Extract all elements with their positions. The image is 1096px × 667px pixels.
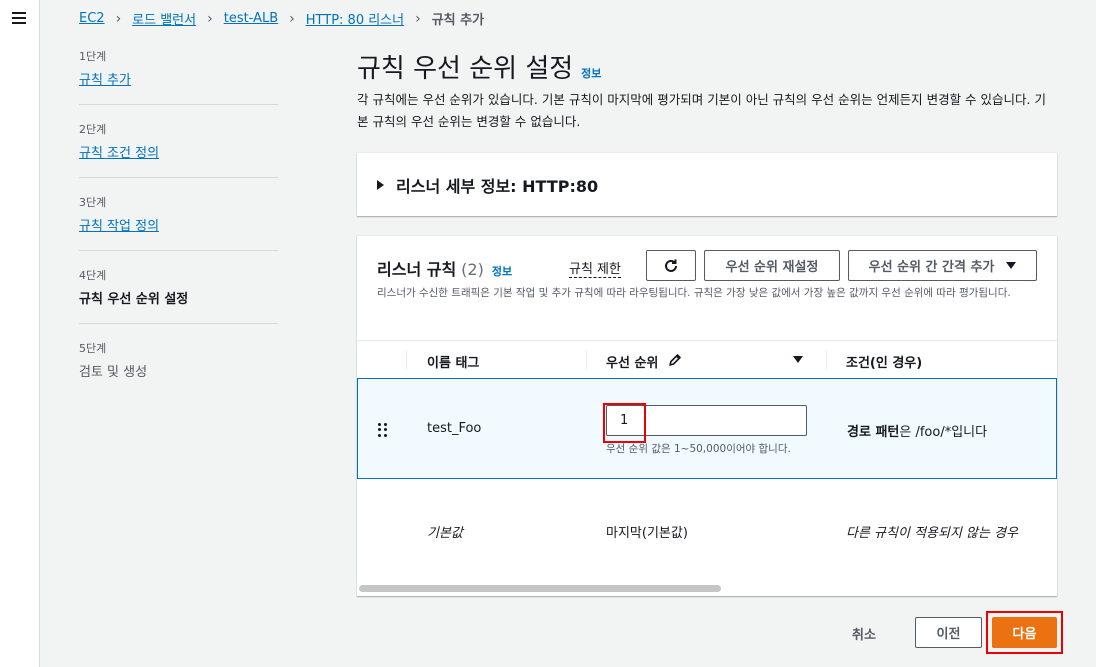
step-current-priority: 규칙 우선 순위 설정 [79, 292, 189, 307]
rules-title-group: 리스너 규칙 (2) 정보 [377, 256, 512, 280]
refresh-button[interactable] [646, 250, 696, 281]
step-number: 3단계 [79, 196, 107, 209]
chevron-right-icon: › [289, 10, 295, 27]
highlight-box [986, 611, 1063, 654]
breadcrumb: EC2 › 로드 밸런서 › test-ALB › HTTP: 80 리스너 ›… [79, 9, 485, 29]
rules-description: 리스너가 수신한 트래픽은 기본 작업 및 추가 규칙에 따라 라우팅됩니다. … [377, 287, 1011, 299]
rule-priority: 마지막(기본값) [606, 526, 688, 541]
rule-condition: 경로 패턴은 /foo/*입니다 [847, 421, 987, 440]
rules-table-header: 이름 태그 우선 순위 조건(인 경우) [357, 340, 1057, 378]
condition-label: 경로 패턴 [847, 425, 900, 440]
info-link[interactable]: 정보 [581, 65, 601, 81]
listener-details-label: 리스너 세부 정보: HTTP:80 [396, 177, 599, 196]
wizard-step-4: 4단계 규칙 우선 순위 설정 [79, 267, 278, 324]
wizard-steps: 1단계 규칙 추가 2단계 규칙 조건 정의 3단계 규칙 작업 정의 4단계 … [79, 48, 278, 412]
breadcrumb-test-alb[interactable]: test-ALB [224, 11, 278, 26]
listener-rules-panel: 리스너 규칙 (2) 정보 규칙 제한 우선 순위 재설정 우선 순위 간 간격… [357, 236, 1057, 596]
step-number: 1단계 [79, 50, 107, 63]
sort-caret-down-icon[interactable] [793, 356, 803, 363]
add-gap-label: 우선 순위 간 간격 추가 [868, 260, 995, 275]
breadcrumb-ec2[interactable]: EC2 [79, 11, 105, 26]
chevron-right-icon: › [207, 10, 213, 27]
menu-icon[interactable] [12, 12, 26, 24]
listener-details-expander[interactable]: 리스너 세부 정보: HTTP:80 [377, 173, 598, 197]
caret-right-icon [377, 180, 384, 190]
step-link-actions[interactable]: 규칙 작업 정의 [79, 219, 159, 234]
chevron-right-icon: › [115, 10, 122, 27]
breadcrumb-current: 규칙 추가 [431, 13, 485, 28]
highlight-box [603, 403, 646, 443]
step-link-conditions[interactable]: 규칙 조건 정의 [79, 146, 159, 161]
drag-handle-icon[interactable] [378, 423, 388, 437]
add-priority-gap-button[interactable]: 우선 순위 간 간격 추가 [848, 250, 1037, 281]
page-description: 각 규칙에는 우선 순위가 있습니다. 기본 규칙이 마지막에 평가되며 기본이… [357, 92, 1046, 129]
breadcrumb-listener[interactable]: HTTP: 80 리스너 [306, 9, 404, 28]
table-row[interactable]: test_Foo 1 우선 순위 값은 1~50,000이어야 합니다. 경로 … [357, 378, 1057, 479]
column-divider [826, 350, 827, 370]
wizard-step-5: 5단계 검토 및 생성 [79, 340, 278, 396]
column-name-tag[interactable]: 이름 태그 [427, 352, 479, 371]
column-condition[interactable]: 조건(인 경우) [846, 352, 922, 371]
cancel-button[interactable]: 취소 [852, 624, 876, 643]
refresh-icon [665, 259, 677, 272]
horizontal-scrollbar[interactable] [359, 585, 721, 592]
step-review: 검토 및 생성 [79, 365, 148, 380]
rule-name: test_Foo [427, 421, 482, 436]
rules-title: 리스너 규칙 [377, 260, 457, 279]
caret-down-icon [1006, 262, 1017, 269]
page-title-group: 규칙 우선 순위 설정 정보 [357, 48, 601, 85]
priority-hint: 우선 순위 값은 1~50,000이어야 합니다. [606, 443, 791, 455]
rules-limit-link[interactable]: 규칙 제한 [569, 258, 621, 278]
step-number: 4단계 [79, 269, 107, 282]
breadcrumb-load-balancers[interactable]: 로드 밸런서 [132, 9, 196, 28]
left-nav-rail [0, 0, 40, 667]
step-number: 5단계 [79, 342, 107, 355]
rule-name: 기본값 [427, 526, 463, 541]
page-title: 규칙 우선 순위 설정 [357, 54, 574, 84]
wizard-step-3: 3단계 규칙 작업 정의 [79, 194, 278, 251]
column-priority[interactable]: 우선 순위 [606, 352, 658, 371]
condition-value: 은 /foo/*입니다 [899, 425, 988, 440]
reset-priorities-button[interactable]: 우선 순위 재설정 [704, 250, 840, 281]
column-divider [406, 350, 407, 370]
rule-condition: 다른 규칙이 적용되지 않는 경우 [846, 526, 1019, 541]
step-number: 2단계 [79, 123, 107, 136]
rules-count: (2) [461, 260, 484, 279]
step-link-add-rule[interactable]: 규칙 추가 [79, 73, 131, 88]
chevron-right-icon: › [415, 10, 421, 27]
column-divider [586, 350, 587, 370]
previous-button[interactable]: 이전 [915, 617, 982, 648]
rules-info-link[interactable]: 정보 [492, 263, 512, 279]
listener-details-panel: 리스너 세부 정보: HTTP:80 [357, 153, 1057, 216]
edit-icon [669, 354, 681, 366]
wizard-step-2: 2단계 규칙 조건 정의 [79, 121, 278, 178]
table-row: 기본값 마지막(기본값) 다른 규칙이 적용되지 않는 경우 [357, 479, 1057, 581]
wizard-step-1: 1단계 규칙 추가 [79, 48, 278, 105]
